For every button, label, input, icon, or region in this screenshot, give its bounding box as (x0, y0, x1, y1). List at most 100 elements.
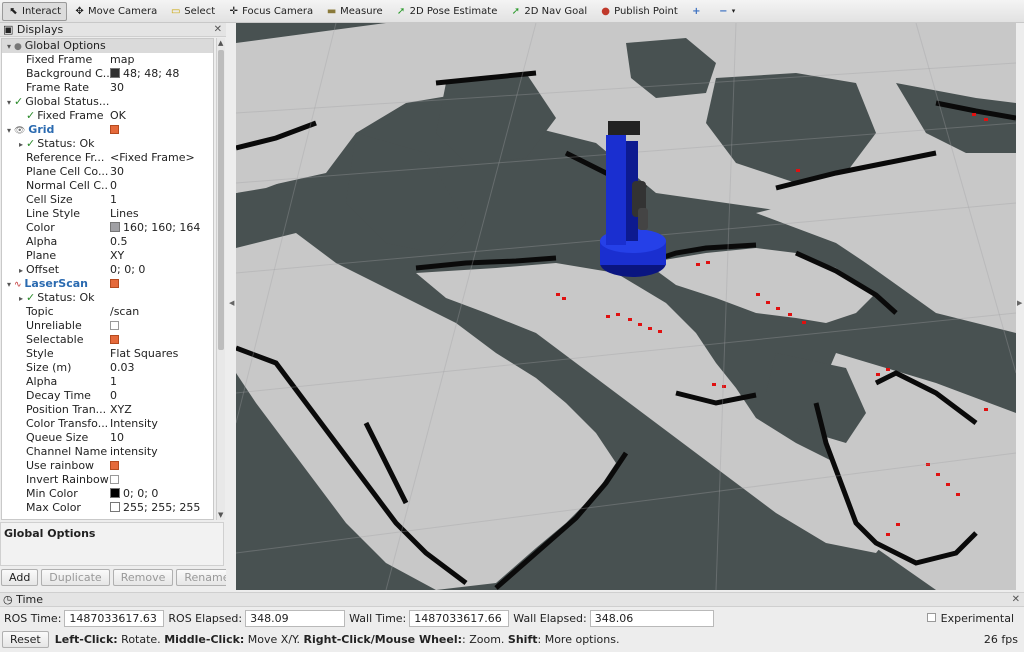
collapsed-arrow-icon[interactable]: ▸ (16, 292, 26, 306)
tree-row-label: Cell Size (26, 193, 73, 206)
duplicate-display-button[interactable]: Duplicate (41, 569, 110, 586)
tree-row[interactable]: Decay Time 0 (2, 389, 213, 403)
tree-row[interactable]: Fixed Frame map (2, 53, 213, 67)
enabled-checkbox[interactable] (110, 278, 119, 288)
tree-row[interactable]: Frame Rate 30 (2, 81, 213, 95)
gear-icon: ● (14, 42, 25, 52)
focus-camera-tool-button[interactable]: ✛ Focus Camera (222, 2, 319, 21)
collapsed-arrow-icon[interactable]: ▸ (16, 264, 26, 278)
green-arrow-icon: ➚ (511, 5, 521, 17)
tree-row[interactable]: Invert Rainbow (2, 473, 213, 487)
tree-row[interactable]: Background C... 48; 48; 48 (2, 67, 213, 81)
tree-row[interactable]: ▾ ● Global Options (2, 39, 213, 53)
tree-row-value: 10 (110, 431, 124, 444)
tree-row[interactable]: Use rainbow (2, 459, 213, 473)
wall-time-label: Wall Time: (349, 611, 407, 625)
move-icon: ✥ (75, 5, 84, 17)
time-fields: ROS Time: 1487033617.63 ROS Elapsed: 348… (0, 607, 1024, 629)
tree-row-label: Queue Size (26, 431, 89, 444)
experimental-toggle[interactable]: Experimental (926, 612, 1014, 625)
left-splitter-handle[interactable]: ◀ (226, 23, 236, 590)
tree-row[interactable]: Topic/scan (2, 305, 213, 319)
tree-row[interactable]: ▾ 👁 Grid (2, 123, 213, 137)
tree-row[interactable]: Size (m) 0.03 (2, 361, 213, 375)
enabled-checkbox[interactable] (110, 334, 119, 344)
tree-row-label: Style (26, 347, 54, 360)
tree-row[interactable]: Style Flat Squares (2, 347, 213, 361)
color-swatch[interactable] (110, 222, 120, 232)
wall-elapsed-field[interactable]: 348.06 (589, 609, 714, 627)
expanded-arrow-icon[interactable]: ▾ (4, 40, 14, 54)
wall-time-field[interactable]: 1487033617.66 (409, 609, 510, 627)
tree-row[interactable]: ✓ Fixed Frame OK (2, 109, 213, 123)
tree-row[interactable]: ▾ ∿ LaserScan (2, 277, 213, 291)
remove-display-button[interactable]: Remove (112, 569, 174, 586)
tree-row-value: /scan (110, 305, 140, 318)
tree-scrollbar[interactable]: ▲ ▼ (216, 38, 225, 520)
3d-viewport[interactable] (236, 23, 1016, 590)
collapse-left-icon[interactable]: ◀ (229, 299, 234, 307)
move-camera-tool-button[interactable]: ✥ Move Camera (68, 2, 163, 21)
scroll-up-icon[interactable]: ▲ (218, 39, 223, 47)
property-description: Global Options (0, 522, 224, 566)
tree-row[interactable]: Cell Size 1 (2, 193, 213, 207)
tree-row[interactable]: Alpha 1 (2, 375, 213, 389)
enabled-checkbox[interactable] (110, 124, 119, 134)
color-swatch[interactable] (110, 488, 120, 498)
close-icon[interactable]: ✕ (1012, 594, 1020, 605)
scroll-down-icon[interactable]: ▼ (218, 511, 223, 519)
tree-row[interactable]: Unreliable (2, 319, 213, 333)
tree-row-label: Position Tran... (26, 403, 107, 416)
tree-row[interactable]: Min Color 0; 0; 0 (2, 487, 213, 501)
tree-row[interactable]: Selectable (2, 333, 213, 347)
pose-estimate-tool-button[interactable]: ➚ 2D Pose Estimate (390, 2, 504, 21)
tree-row-value: 0.5 (110, 235, 128, 248)
ros-elapsed-field[interactable]: 348.09 (245, 609, 346, 627)
measure-tool-button[interactable]: ▬ Measure (320, 2, 389, 21)
close-icon[interactable]: ✕ (214, 24, 222, 35)
tree-row[interactable]: Plane Cell Co... 30 (2, 165, 213, 179)
nav-goal-tool-button[interactable]: ➚ 2D Nav Goal (504, 2, 593, 21)
enabled-checkbox[interactable] (110, 460, 119, 470)
expanded-arrow-icon[interactable]: ▾ (4, 278, 14, 292)
add-display-button[interactable]: Add (1, 569, 39, 586)
tree-row[interactable]: Line Style Lines (2, 207, 213, 221)
enabled-checkbox[interactable] (110, 474, 119, 484)
tree-row-value: 160; 160; 164 (123, 221, 201, 234)
tree-row[interactable]: Reference Fr... <Fixed Frame> (2, 151, 213, 165)
tree-row[interactable]: Channel Name intensity (2, 445, 213, 459)
collapse-right-icon[interactable]: ▶ (1017, 299, 1022, 307)
tree-row[interactable]: ▾ ✓ Global Status... (2, 95, 213, 109)
color-swatch[interactable] (110, 502, 120, 512)
right-splitter-handle[interactable]: ▶ (1016, 23, 1024, 590)
map-render (236, 23, 1016, 590)
tree-row[interactable]: ▸ Offset 0; 0; 0 (2, 263, 213, 277)
add-tool-button[interactable]: + (685, 2, 711, 21)
tree-row[interactable]: Normal Cell C... 0 (2, 179, 213, 193)
interact-tool-button[interactable]: ⬉ Interact (2, 1, 68, 21)
remove-tool-menu-button[interactable]: − ▾ (712, 2, 742, 21)
collapsed-arrow-icon[interactable]: ▸ (16, 138, 26, 152)
reset-button[interactable]: Reset (2, 631, 49, 648)
tree-row[interactable]: Plane XY (2, 249, 213, 263)
enabled-checkbox[interactable] (110, 320, 119, 330)
status-ok-icon: ✓ (26, 137, 36, 150)
experimental-checkbox[interactable] (926, 612, 936, 622)
tree-row[interactable]: Max Color 255; 255; 255 (2, 501, 213, 515)
tree-row[interactable]: Color 160; 160; 164 (2, 221, 213, 235)
tree-row[interactable]: Color Transfo... Intensity (2, 417, 213, 431)
tree-row-value: 0 (110, 179, 117, 192)
ros-time-field[interactable]: 1487033617.63 (64, 609, 165, 627)
tree-row[interactable]: Position Tran... XYZ (2, 403, 213, 417)
expanded-arrow-icon[interactable]: ▾ (4, 124, 14, 138)
tree-row[interactable]: ▸ ✓ Status: Ok (2, 291, 213, 305)
expanded-arrow-icon[interactable]: ▾ (4, 96, 14, 110)
tree-row[interactable]: Alpha 0.5 (2, 235, 213, 249)
select-tool-button[interactable]: ▭ Select (164, 2, 221, 21)
color-swatch[interactable] (110, 68, 120, 78)
tree-row[interactable]: Queue Size 10 (2, 431, 213, 445)
scrollbar-thumb[interactable] (218, 50, 224, 350)
tree-row[interactable]: ▸ ✓ Status: Ok (2, 137, 213, 151)
publish-point-tool-button[interactable]: ● Publish Point (594, 2, 684, 21)
tree-row-value: 1 (110, 193, 117, 206)
